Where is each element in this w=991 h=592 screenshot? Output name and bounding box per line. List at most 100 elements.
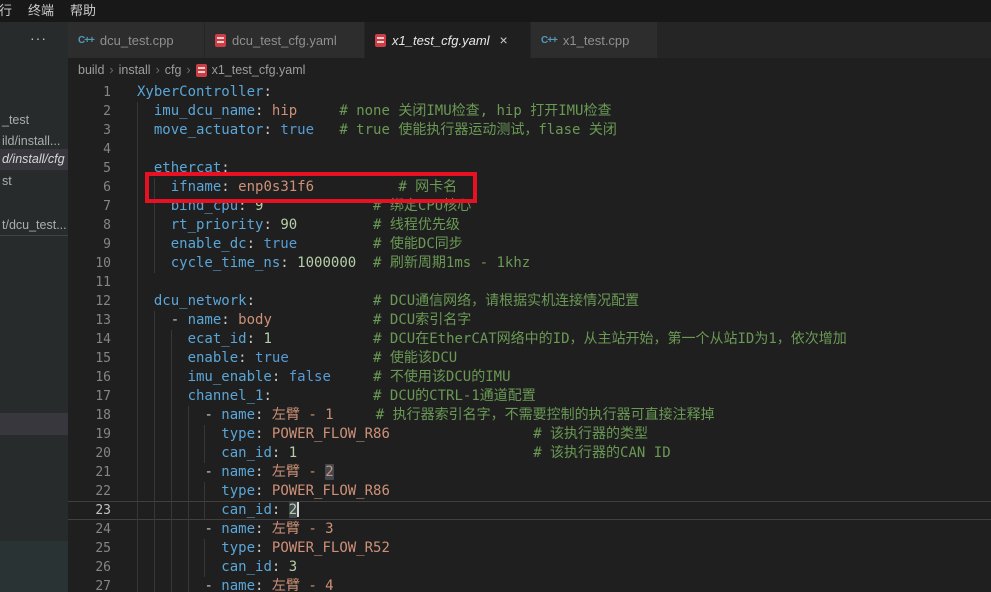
side-panel-highlight-row[interactable] [0,413,68,435]
code-line-12[interactable]: 12 dcu_network: # DCU通信网络，请根据实机连接情况配置 [68,292,991,311]
line-content: type: POWER_FLOW_R86 [125,482,991,501]
indent-guide [154,577,155,592]
code-line-27[interactable]: 27 - name: 左臂 - 4 [68,577,991,592]
tab-x1_test.cpp[interactable]: C++x1_test.cpp [531,22,658,58]
code-line-22[interactable]: 22 type: POWER_FLOW_R86 [68,482,991,501]
token: : [221,160,229,176]
side-panel-item[interactable]: t/dcu_test... [0,215,68,236]
indent-guide [154,482,155,501]
side-panel-item[interactable]: d/install/cfg [0,149,68,170]
code-editor[interactable]: 1XyberController:2 imu_dcu_name: hip # n… [68,82,991,592]
indent-guide [154,444,155,463]
indent-guide [137,273,138,292]
side-panel: ··· _testild/install...d/install/cfgstt/… [0,22,68,592]
breadcrumb-segment[interactable]: install [119,63,151,77]
token [272,331,373,347]
line-content: dcu_network: # DCU通信网络，请根据实机连接情况配置 [125,292,991,311]
token [137,369,188,385]
line-number: 17 [68,387,125,406]
token: : [263,122,271,138]
token [263,578,271,592]
tab-label: dcu_test_cfg.yaml [232,33,337,48]
code-line-21[interactable]: 21 - name: 左臂 - 2 [68,463,991,482]
line-content: ifname: enp0s31f6 # 网卡名 [125,178,991,197]
menu-item-行[interactable]: 行 [0,0,20,22]
code-line-26[interactable]: 26 can_id: 3 [68,558,991,577]
code-line-15[interactable]: 15 enable: true # 使能该DCU [68,349,991,368]
line-content: XyberController: [125,83,991,102]
code-line-23[interactable]: 23 can_id: 2 [68,501,991,520]
indent-guide [171,463,172,482]
code-line-6[interactable]: 6 ifname: enp0s31f6 # 网卡名 [68,178,991,197]
breadcrumb-segment[interactable]: cfg [165,63,182,77]
code-line-8[interactable]: 8 rt_priority: 90 # 线程优先级 [68,216,991,235]
line-number: 9 [68,235,125,254]
token: 2 [289,502,297,518]
code-line-18[interactable]: 18 - name: 左臂 - 1 # 执行器索引名字，不需要控制的执行器可直接… [68,406,991,425]
code-line-14[interactable]: 14 ecat_id: 1 # DCU在EtherCAT网络中的ID，从主站开始… [68,330,991,349]
code-line-10[interactable]: 10 cycle_time_ns: 1000000 # 刷新周期1ms - 1k… [68,254,991,273]
menu-bar: 行终端帮助 [0,0,991,22]
code-line-5[interactable]: 5 ethercat: [68,159,991,178]
token: : [238,198,246,214]
line-content: ecat_id: 1 # DCU在EtherCAT网络中的ID，从主站开始，第一… [125,330,991,349]
code-line-1[interactable]: 1XyberController: [68,83,991,102]
token: 1000000 [297,255,356,271]
line-content: - name: 左臂 - 4 [125,577,991,592]
side-panel-item[interactable]: _test [0,110,68,131]
token: ethercat [154,160,221,176]
more-actions-icon[interactable]: ··· [30,30,47,46]
code-lines: 1XyberController:2 imu_dcu_name: hip # n… [68,82,991,592]
indent-guide [171,520,172,539]
token: body [238,312,272,328]
code-line-4[interactable]: 4 [68,140,991,159]
token: 3 [289,559,297,575]
code-line-11[interactable]: 11 [68,273,991,292]
line-number: 10 [68,254,125,273]
token: 1 [289,445,297,461]
code-line-7[interactable]: 7 bind_cpu: 9 # 绑定CPU核心 [68,197,991,216]
indent-guide [137,159,138,178]
line-number: 1 [68,83,125,102]
code-line-3[interactable]: 3 move_actuator: true # true 使能执行器运动测试，f… [68,121,991,140]
vscode-window: 行终端帮助 ··· _testild/install...d/install/c… [0,0,991,592]
token: 1 [263,331,271,347]
token: - [204,407,221,423]
menu-item-终端[interactable]: 终端 [20,0,62,22]
indent-guide [154,330,155,349]
line-content: bind_cpu: 9 # 绑定CPU核心 [125,197,991,216]
token: : [263,217,271,233]
indent-guide [204,558,205,577]
indent-guide [171,349,172,368]
tab-dcu_test.cpp[interactable]: C++dcu_test.cpp [68,22,205,58]
breadcrumb-file[interactable]: x1_test_cfg.yaml [196,63,306,77]
tab-x1_test_cfg.yaml[interactable]: x1_test_cfg.yaml× [365,22,531,58]
editor-group: C++dcu_test.cpp dcu_test_cfg.yaml x1_test_… [68,22,991,592]
indent-guide [188,539,189,558]
line-number: 26 [68,558,125,577]
code-line-24[interactable]: 24 - name: 左臂 - 3 [68,520,991,539]
yaml-file-icon [215,34,226,47]
side-panel-item[interactable]: st [0,171,68,192]
token: type [221,483,255,499]
code-line-25[interactable]: 25 type: POWER_FLOW_R52 [68,539,991,558]
line-number: 18 [68,406,125,425]
token [230,312,238,328]
menu-item-帮助[interactable]: 帮助 [62,0,104,22]
code-line-9[interactable]: 9 enable_dc: true # 使能DC同步 [68,235,991,254]
code-line-16[interactable]: 16 imu_enable: false # 不使用该DCU的IMU [68,368,991,387]
tab-dcu_test_cfg.yaml[interactable]: dcu_test_cfg.yaml [205,22,365,58]
breadcrumb-segment[interactable]: build [78,63,104,77]
code-line-2[interactable]: 2 imu_dcu_name: hip # none 关闭IMU检查, hip … [68,102,991,121]
token [272,312,373,328]
indent-guide [137,254,138,273]
code-line-19[interactable]: 19 type: POWER_FLOW_R86 # 该执行器的类型 [68,425,991,444]
code-line-20[interactable]: 20 can_id: 1 # 该执行器的CAN ID [68,444,991,463]
token [137,103,154,119]
token: ecat_id [188,331,247,347]
token [263,483,271,499]
close-icon[interactable]: × [500,33,508,47]
code-line-13[interactable]: 13 - name: body # DCU索引名字 [68,311,991,330]
line-content: can_id: 1 # 该执行器的CAN ID [125,444,991,463]
code-line-17[interactable]: 17 channel_1: # DCU的CTRL-1通道配置 [68,387,991,406]
